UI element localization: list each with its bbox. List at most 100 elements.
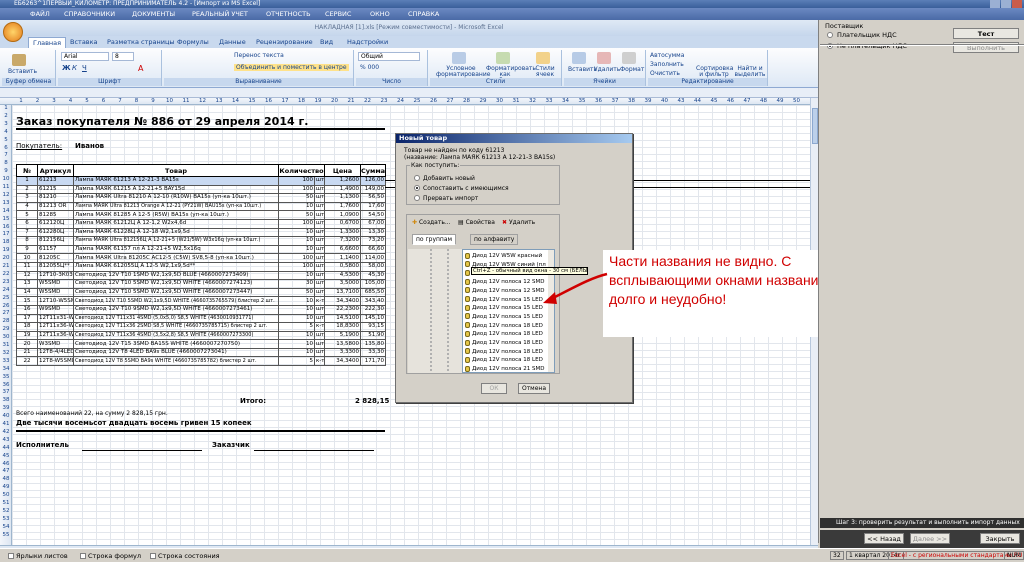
column-header[interactable]: 19	[311, 98, 325, 105]
column-header[interactable]: 6	[97, 98, 111, 105]
row-header[interactable]: 28	[0, 318, 12, 324]
row-header[interactable]: 43	[0, 437, 12, 443]
row-header[interactable]: 52	[0, 508, 12, 514]
table-row[interactable]: 1812Т11х36-W2SMD2BLСветодиод 12V T11x36 …	[16, 322, 387, 332]
column-header[interactable]: 31	[509, 98, 523, 105]
sort-filter-button[interactable]: Сортировка и фильтр	[696, 66, 733, 78]
list-item[interactable]: Диод 12V полоса 18 LED	[465, 348, 543, 356]
option-add-new[interactable]: Добавить новый	[423, 175, 475, 182]
close-wizard-button[interactable]: Закрыть	[980, 533, 1020, 544]
column-header[interactable]: 2	[31, 98, 45, 105]
table-row[interactable]: 20 W3SMD Светодиод 12V T15 3SMD BA15S WHIT…	[16, 339, 387, 349]
row-header[interactable]: 21	[0, 263, 12, 269]
sheet-tabs-checkbox[interactable]: Ярлыки листов	[8, 552, 68, 560]
table-row[interactable]: 13 W5SMD Светодиод 12V T10 5SMD W2,1x9,5D …	[16, 279, 387, 289]
row-header[interactable]: 54	[0, 524, 12, 530]
row-header[interactable]: 13	[0, 200, 12, 206]
status-bar-checkbox[interactable]: Строка состояния	[150, 552, 220, 560]
minimize-button[interactable]	[990, 0, 1000, 8]
column-header[interactable]: 23	[377, 98, 391, 105]
table-row[interactable]: 6 612120Ц Лампа МАЯК 61212Ц А 12-1,2 W2x4,…	[16, 218, 387, 229]
row-header[interactable]: 10	[0, 176, 12, 182]
menu-service[interactable]: СЕРВИС	[325, 9, 351, 19]
table-row[interactable]: 10 81205C Лампа МАЯК Ultra 81205C AC12-5 (…	[16, 253, 387, 263]
table-row[interactable]: 21 12T8-4/4LED Светодиод 12V T8 4LED BA9s …	[16, 347, 387, 358]
table-row[interactable]: 7 612280Ц Лампа МАЯК 61228Ц А 12-18 W2,1x9…	[16, 227, 387, 238]
row-header[interactable]: 18	[0, 239, 12, 245]
column-header[interactable]: 8	[130, 98, 144, 105]
table-row[interactable]: 14 W5SMD Светодиод 12V T10 5SMD W2,1x9,5D …	[16, 287, 387, 298]
tab-view[interactable]: Вид	[320, 37, 333, 48]
list-item[interactable]: Диод 12V полоса 18 LED	[465, 339, 543, 347]
table-row[interactable]: 8 812156Ц Лампа МАЯК Ultra 812156Ц А 12-21…	[16, 236, 387, 246]
row-header[interactable]: 14	[0, 208, 12, 214]
list-item[interactable]: Диод 12V полоса 21 SMD	[465, 365, 545, 372]
column-header[interactable]: 5	[80, 98, 94, 105]
row-header[interactable]: 11	[0, 184, 12, 190]
next-button[interactable]: Далее >>	[910, 533, 950, 544]
column-header[interactable]: 47	[740, 98, 754, 105]
row-header[interactable]: 15	[0, 216, 12, 222]
column-header[interactable]: 48	[757, 98, 771, 105]
menu-file[interactable]: ФАЙЛ	[30, 9, 50, 19]
delete-button[interactable]: ✖ Удалить	[502, 219, 535, 226]
formula-bar-checkbox[interactable]: Строка формул	[80, 552, 141, 560]
list-item[interactable]: Диод 12V полоса 18 LED	[465, 356, 543, 364]
row-header[interactable]: 46	[0, 461, 12, 467]
list-item[interactable]: Диод 12V полоса 15 LED	[465, 313, 543, 321]
row-header[interactable]: 4	[0, 129, 12, 135]
autosum-button[interactable]: Автосумма	[650, 52, 684, 59]
column-header[interactable]: 44	[691, 98, 705, 105]
tab-data[interactable]: Данные	[219, 37, 246, 48]
option-abort-import[interactable]: Прервать импорт	[423, 195, 478, 202]
row-header[interactable]: 42	[0, 429, 12, 435]
table-row[interactable]: 4 81213 OR Лампа МАЯК Ultra 81213 Orange А…	[16, 201, 387, 212]
tab-home[interactable]: Главная	[28, 37, 67, 48]
back-button[interactable]: << Назад	[864, 533, 904, 544]
tab-alphabetical[interactable]: по алфавиту	[470, 234, 519, 245]
group-tree-pane[interactable]	[408, 249, 462, 373]
row-header[interactable]: 31	[0, 342, 12, 348]
column-header[interactable]: 49	[773, 98, 787, 105]
radio-match-existing[interactable]	[414, 185, 420, 191]
column-header[interactable]: 27	[443, 98, 457, 105]
italic-icon[interactable]: К	[72, 64, 77, 72]
row-header[interactable]: 41	[0, 421, 12, 427]
column-header[interactable]: 34	[559, 98, 573, 105]
column-header[interactable]: 45	[707, 98, 721, 105]
list-item[interactable]: Диод 12V полоса 18 LED	[465, 330, 543, 338]
fill-button[interactable]: Заполнить	[650, 61, 684, 68]
menu-reports[interactable]: ОТЧЕТНОСТЬ	[266, 9, 311, 19]
table-row[interactable]: 1512Т10-W5SMD2BLСветодиод 12V T10 5SMD W…	[16, 296, 387, 306]
row-header[interactable]: 20	[0, 255, 12, 261]
column-header[interactable]: 20	[328, 98, 342, 105]
column-header[interactable]: 18	[295, 98, 309, 105]
row-header[interactable]: 23	[0, 279, 12, 285]
row-header[interactable]: 25	[0, 295, 12, 301]
column-header[interactable]: 35	[575, 98, 589, 105]
create-button[interactable]: ✚ Создать...	[412, 219, 451, 226]
radio-vat-payer[interactable]	[827, 32, 833, 38]
row-header[interactable]: 19	[0, 247, 12, 253]
tab-by-groups[interactable]: по группам	[412, 234, 457, 245]
table-row[interactable]: 1912Т11х36-W4SMDСветодиод 12V T11x36 4SM…	[16, 330, 387, 341]
vat-payer-option[interactable]: Плательщик НДС	[837, 31, 897, 39]
menu-documents[interactable]: ДОКУМЕНТЫ	[132, 9, 175, 19]
row-header[interactable]: 34	[0, 366, 12, 372]
table-row[interactable]: 11 812055Ц** Лампа МАЯК 612055Ц А 12-5 W2,…	[16, 261, 387, 272]
row-header[interactable]: 50	[0, 492, 12, 498]
list-item[interactable]: Диод 12V полоса 12 SMD	[465, 278, 545, 286]
menu-directories[interactable]: СПРАВОЧНИКИ	[64, 9, 115, 19]
cancel-button[interactable]: Отмена	[518, 383, 550, 394]
column-header[interactable]: 21	[344, 98, 358, 105]
row-header[interactable]: 44	[0, 445, 12, 451]
column-header[interactable]: 16	[262, 98, 276, 105]
maximize-button[interactable]	[1001, 0, 1011, 8]
wrap-text-button[interactable]: Перенос текста	[234, 52, 284, 59]
column-header[interactable]: 26	[427, 98, 441, 105]
tab-insert[interactable]: Вставка	[70, 37, 98, 48]
conditional-format-button[interactable]: Условное форматирование	[436, 66, 490, 78]
column-header[interactable]: 50	[790, 98, 804, 105]
column-header[interactable]: 3	[47, 98, 61, 105]
column-header[interactable]: 28	[460, 98, 474, 105]
